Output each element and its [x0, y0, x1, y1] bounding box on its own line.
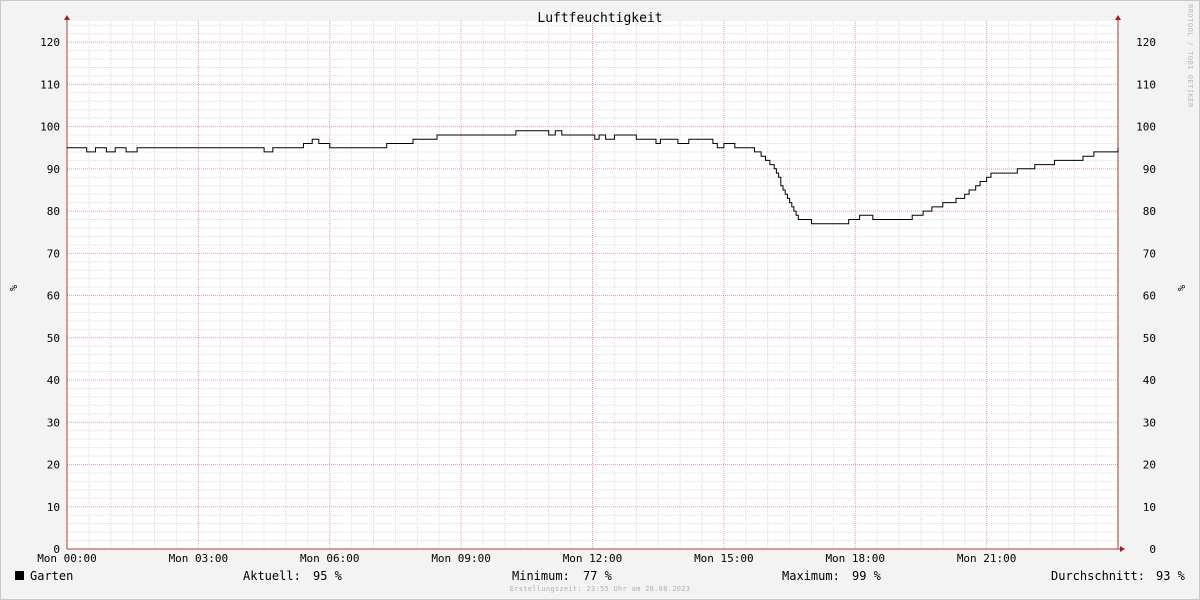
y-tick-label-left: 20 — [47, 459, 60, 472]
y-tick-label-right: 80 — [1143, 205, 1156, 218]
y-tick-label-left: 50 — [47, 332, 60, 345]
y-tick-label-right: 100 — [1136, 121, 1156, 134]
y-tick-label-left: 90 — [47, 163, 60, 176]
x-tick-label: Mon 06:00 — [300, 552, 360, 565]
y-axis-label-right: % — [1175, 285, 1186, 291]
legend-avg-label: Durchschnitt: — [1051, 569, 1145, 583]
x-axis-arrow — [1120, 546, 1125, 552]
y-tick-label-right: 30 — [1143, 416, 1156, 429]
y-tick-label-left: 110 — [40, 78, 60, 91]
legend-min-label: Minimum: — [512, 569, 570, 583]
legend-min-value: 77 % — [583, 569, 612, 583]
legend-max-label: Maximum: — [782, 569, 840, 583]
y-tick-label-left: 60 — [47, 290, 60, 303]
y-tick-label-right: 90 — [1143, 163, 1156, 176]
x-tick-label: Mon 21:00 — [957, 552, 1017, 565]
y-tick-label-right: 50 — [1143, 332, 1156, 345]
legend-avg-value: 93 % — [1156, 569, 1185, 583]
y-tick-label-left: 120 — [40, 36, 60, 49]
legend-max-value: 99 % — [852, 569, 881, 583]
legend-series-name: Garten — [30, 569, 74, 583]
y-tick-label-left: 30 — [47, 416, 60, 429]
y-tick-label-right: 20 — [1143, 459, 1156, 472]
chart-title: Luftfeuchtigkeit — [537, 11, 663, 26]
y-tick-label-right: 110 — [1136, 78, 1156, 91]
legend-current-value: 95 % — [313, 569, 342, 583]
x-tick-label: Mon 18:00 — [825, 552, 885, 565]
y-tick-label-right: 40 — [1143, 374, 1156, 387]
y-tick-label-left: 80 — [47, 205, 60, 218]
x-tick-label: Mon 15:00 — [694, 552, 754, 565]
y-tick-label-left: 10 — [47, 501, 60, 514]
x-tick-label: Mon 12:00 — [563, 552, 623, 565]
y-tick-label-left: 70 — [47, 247, 60, 260]
x-tick-label: Mon 03:00 — [169, 552, 229, 565]
footer-timestamp: Erstellungszeit: 23:55 Uhr am 28.08.2023 — [509, 585, 691, 593]
legend-current-label: Aktuell: — [243, 569, 301, 583]
y-axis-label-left: % — [7, 285, 18, 291]
y-tick-label-right: 10 — [1143, 501, 1156, 514]
chart-canvas: 0102030405060708090100110120 01020304050… — [7, 15, 1186, 565]
y-tick-label-left: 40 — [47, 374, 60, 387]
legend-row: Garten Aktuell: 95 % Minimum: 77 % Maxim… — [0, 568, 1200, 584]
y-tick-label-right: 60 — [1143, 290, 1156, 303]
y-tick-label-right: 0 — [1149, 543, 1156, 556]
y-tick-label-right: 120 — [1136, 36, 1156, 49]
x-tick-label: Mon 00:00 — [37, 552, 97, 565]
x-tick-label: Mon 09:00 — [431, 552, 491, 565]
y-tick-label-left: 100 — [40, 121, 60, 134]
rrdtool-watermark: RRDTOOL / TOBI OETIKER — [1186, 4, 1194, 108]
y-tick-label-right: 70 — [1143, 247, 1156, 260]
